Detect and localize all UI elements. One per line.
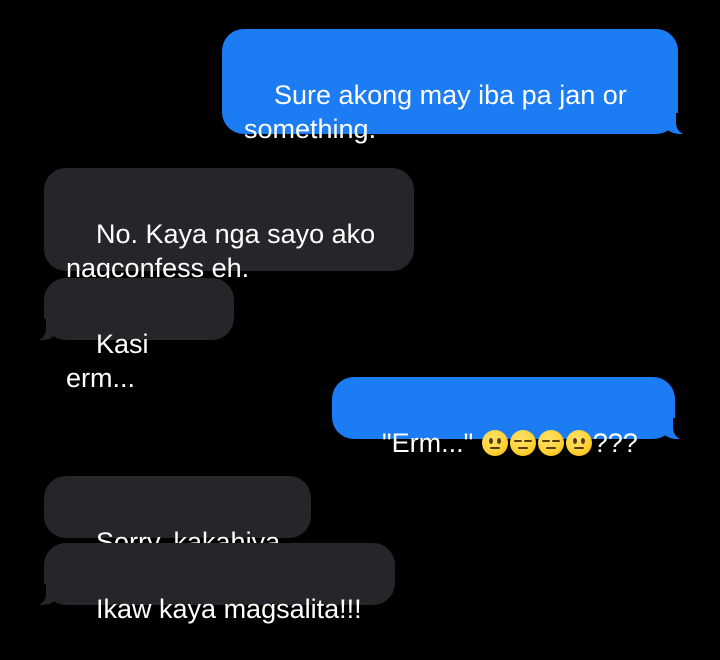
received-message-bubble[interactable]: No. Kaya nga sayo ako nagconfess eh. [44,168,414,283]
message-text: Kasi erm... [66,329,157,393]
sent-message-bubble[interactable]: "Erm..." ??? [332,377,691,458]
neutral-face-icon [481,430,508,456]
message-text: No. Kaya nga sayo ako nagconfess eh. [66,219,383,283]
expressionless-face-icon [509,430,536,456]
received-message-bubble[interactable]: Ikaw kaya magsalita!!! [28,543,395,624]
message-text-suffix: ??? [592,428,638,458]
message-text: Ikaw kaya magsalita!!! [96,594,362,624]
received-message-bubble[interactable]: Kasi erm... [28,278,234,393]
message-text: Sure akong may iba pa jan or something. [244,80,635,144]
message-thread: Sure akong may iba pa jan or something. … [0,0,720,625]
message-text-prefix: "Erm..." [382,428,481,458]
sent-message-bubble[interactable]: Sure akong may iba pa jan or something. [222,29,694,144]
neutral-face-icon [565,430,592,456]
received-message-bubble[interactable]: Sorry, kakahiya. [44,476,311,557]
expressionless-face-icon [537,430,564,456]
